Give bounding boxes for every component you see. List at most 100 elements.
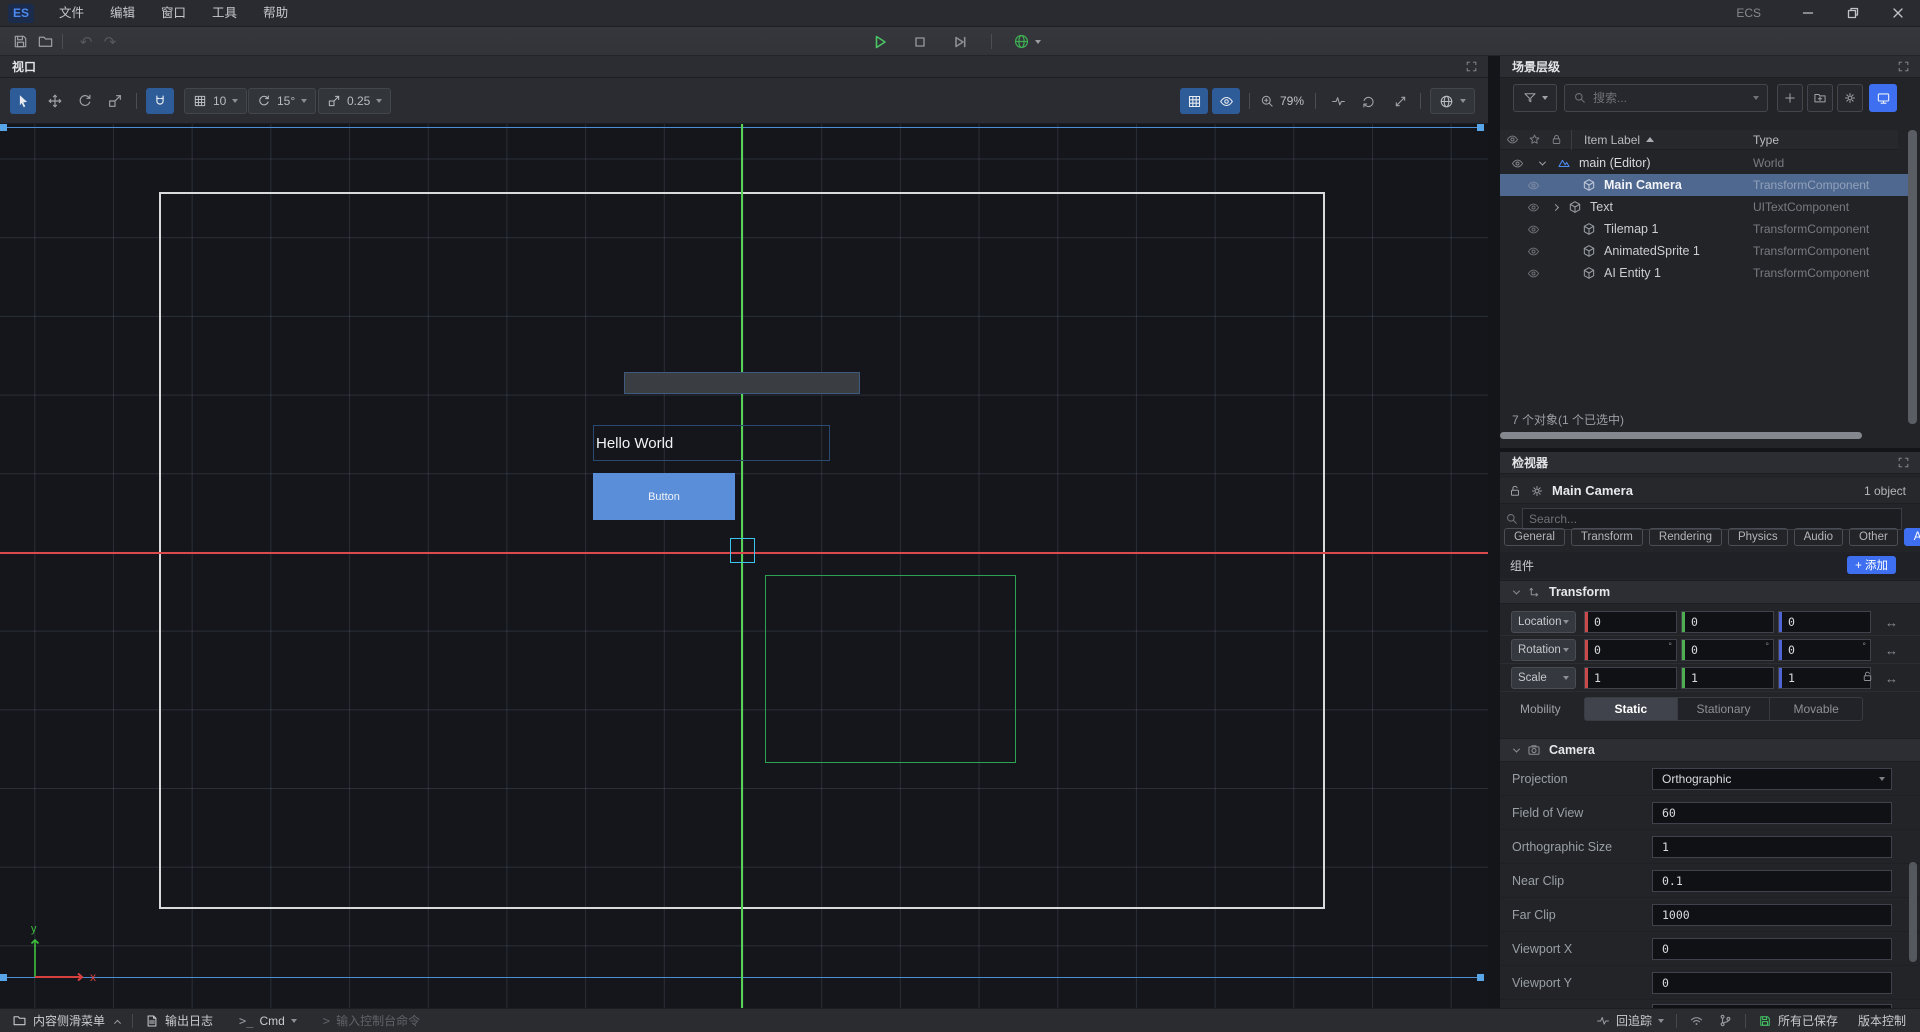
tree-row-tilemap[interactable]: Tilemap 1 TransformComponent bbox=[1500, 218, 1908, 240]
viewport-x-input[interactable]: 0 bbox=[1652, 938, 1892, 960]
link-axes-icon[interactable]: ↔ bbox=[1885, 643, 1898, 658]
inspector-search[interactable] bbox=[1522, 508, 1902, 530]
move-tool-button[interactable] bbox=[42, 88, 68, 114]
new-folder-button[interactable] bbox=[1807, 84, 1833, 112]
rotate-tool-button[interactable] bbox=[72, 88, 98, 114]
menu-file[interactable]: 文件 bbox=[46, 0, 97, 26]
scale-snap-dropdown[interactable]: 0.25 bbox=[318, 88, 391, 114]
expand-panel-icon[interactable] bbox=[1465, 60, 1478, 73]
viewport-y-input[interactable]: 0 bbox=[1652, 972, 1892, 994]
scale-y-input[interactable]: 1 bbox=[1681, 667, 1774, 689]
save-button[interactable] bbox=[8, 30, 32, 53]
play-button[interactable] bbox=[868, 30, 892, 53]
gizmo-handle[interactable] bbox=[0, 974, 7, 981]
tree-row-text[interactable]: Text UITextComponent bbox=[1500, 196, 1908, 218]
stop-button[interactable] bbox=[908, 30, 932, 53]
location-label-dropdown[interactable]: Location bbox=[1511, 611, 1576, 633]
show-gizmos-toggle[interactable] bbox=[1212, 88, 1240, 114]
display-mode-button[interactable] bbox=[1869, 84, 1897, 112]
menu-window[interactable]: 窗口 bbox=[148, 0, 199, 26]
step-frame-button[interactable] bbox=[948, 30, 972, 53]
mobility-stationary[interactable]: Stationary bbox=[1678, 698, 1771, 720]
tab-general[interactable]: General bbox=[1504, 528, 1565, 546]
rotation-x-input[interactable]: 0° bbox=[1584, 639, 1677, 661]
select-tool-button[interactable] bbox=[10, 88, 36, 114]
inspector-header[interactable]: 检视器 bbox=[1500, 452, 1920, 474]
stats-toggle-button[interactable] bbox=[1326, 88, 1350, 114]
menu-help[interactable]: 帮助 bbox=[250, 0, 301, 26]
inspector-search-input[interactable] bbox=[1523, 512, 1901, 526]
hierarchy-header[interactable]: 场景层级 bbox=[1500, 56, 1920, 78]
ui-text-element[interactable]: Hello World bbox=[593, 425, 830, 461]
gizmo-handle[interactable] bbox=[1477, 124, 1484, 131]
location-z-input[interactable]: 0 bbox=[1778, 611, 1871, 633]
menu-tools[interactable]: 工具 bbox=[199, 0, 250, 26]
rotation-z-input[interactable]: 0° bbox=[1778, 639, 1871, 661]
content-drawer-button[interactable]: 内容侧滑菜单 bbox=[12, 1012, 120, 1029]
menu-edit[interactable]: 编辑 bbox=[97, 0, 148, 26]
network-status-button[interactable] bbox=[1689, 1013, 1704, 1028]
horizontal-scrollbar[interactable] bbox=[1500, 432, 1862, 439]
gizmo-handle[interactable] bbox=[1477, 974, 1484, 981]
rotate-snap-dropdown[interactable]: 15° bbox=[248, 88, 316, 114]
undo-button[interactable]: ↶ bbox=[74, 30, 98, 53]
chevron-right-icon[interactable] bbox=[1552, 203, 1559, 210]
column-type[interactable]: Type bbox=[1753, 133, 1779, 147]
tree-row-main-camera[interactable]: Main Camera TransformComponent bbox=[1500, 174, 1908, 196]
column-item-label[interactable]: Item Label bbox=[1584, 133, 1640, 147]
chevron-down-icon[interactable] bbox=[1539, 158, 1546, 165]
tab-transform[interactable]: Transform bbox=[1571, 528, 1643, 546]
vertical-scrollbar[interactable] bbox=[1909, 862, 1917, 962]
console-command-input[interactable]: > 输入控制台命令 bbox=[323, 1012, 420, 1029]
redo-button[interactable]: ↷ bbox=[98, 30, 122, 53]
tab-audio[interactable]: Audio bbox=[1794, 528, 1843, 546]
zoom-level-control[interactable]: 79% bbox=[1260, 88, 1304, 114]
open-project-button[interactable] bbox=[33, 30, 57, 53]
version-control-button[interactable]: 版本控制 bbox=[1858, 1012, 1906, 1029]
expand-panel-icon[interactable] bbox=[1897, 60, 1910, 73]
tree-row-ai-entity[interactable]: AI Entity 1 TransformComponent bbox=[1500, 262, 1908, 284]
near-clip-input[interactable]: 0.1 bbox=[1652, 870, 1892, 892]
hierarchy-search-input[interactable] bbox=[1593, 91, 1753, 105]
field-of-view-input[interactable]: 60 bbox=[1652, 802, 1892, 824]
selection-origin-gizmo[interactable] bbox=[730, 538, 755, 563]
projection-dropdown[interactable]: Orthographic bbox=[1652, 768, 1892, 790]
transform-section-header[interactable]: Transform bbox=[1500, 580, 1920, 604]
expand-panel-icon[interactable] bbox=[1897, 456, 1910, 469]
snap-toggle-button[interactable] bbox=[146, 88, 174, 114]
ui-button-element[interactable]: Button bbox=[593, 473, 735, 520]
trace-dropdown[interactable]: 回追踪 bbox=[1596, 1012, 1664, 1029]
scale-x-input[interactable]: 1 bbox=[1584, 667, 1677, 689]
tab-rendering[interactable]: Rendering bbox=[1649, 528, 1722, 546]
ui-slider-element[interactable] bbox=[624, 372, 860, 394]
orthographic-size-input[interactable]: 1 bbox=[1652, 836, 1892, 858]
grid-snap-dropdown[interactable]: 10 bbox=[184, 88, 247, 114]
scale-tool-button[interactable] bbox=[102, 88, 128, 114]
link-axes-icon[interactable]: ↔ bbox=[1885, 615, 1898, 630]
add-entity-button[interactable] bbox=[1777, 84, 1803, 112]
rotation-y-input[interactable]: 0° bbox=[1681, 639, 1774, 661]
uniform-scale-lock-icon[interactable] bbox=[1861, 670, 1874, 683]
minimize-button[interactable] bbox=[1785, 0, 1830, 26]
add-component-button[interactable]: + 添加 bbox=[1847, 556, 1896, 574]
maximize-viewport-button[interactable] bbox=[1388, 88, 1412, 114]
viewport-header[interactable]: 视口 bbox=[0, 56, 1488, 78]
gizmo-handle[interactable] bbox=[0, 124, 7, 131]
scale-z-input[interactable]: 1 bbox=[1778, 667, 1871, 689]
tree-row-world[interactable]: main (Editor) World bbox=[1500, 152, 1908, 174]
hierarchy-settings-button[interactable] bbox=[1837, 84, 1863, 112]
app-logo[interactable]: ES bbox=[8, 4, 34, 23]
restore-button[interactable] bbox=[1830, 0, 1875, 26]
tree-row-animatedsprite[interactable]: AnimatedSprite 1 TransformComponent bbox=[1500, 240, 1908, 262]
view-mode-dropdown[interactable] bbox=[1430, 88, 1475, 114]
scene-canvas[interactable]: Hello World Button y x bbox=[0, 124, 1488, 1008]
reset-view-button[interactable] bbox=[1356, 88, 1380, 114]
source-control-branch-button[interactable] bbox=[1718, 1013, 1733, 1028]
far-clip-input[interactable]: 1000 bbox=[1652, 904, 1892, 926]
link-axes-icon[interactable]: ↔ bbox=[1885, 671, 1898, 686]
output-log-button[interactable]: 输出日志 bbox=[145, 1012, 213, 1029]
save-status[interactable]: 所有已保存 bbox=[1758, 1012, 1838, 1029]
location-x-input[interactable]: 0 bbox=[1584, 611, 1677, 633]
world-mode-dropdown[interactable] bbox=[1005, 30, 1049, 53]
camera-section-header[interactable]: Camera bbox=[1500, 738, 1920, 762]
